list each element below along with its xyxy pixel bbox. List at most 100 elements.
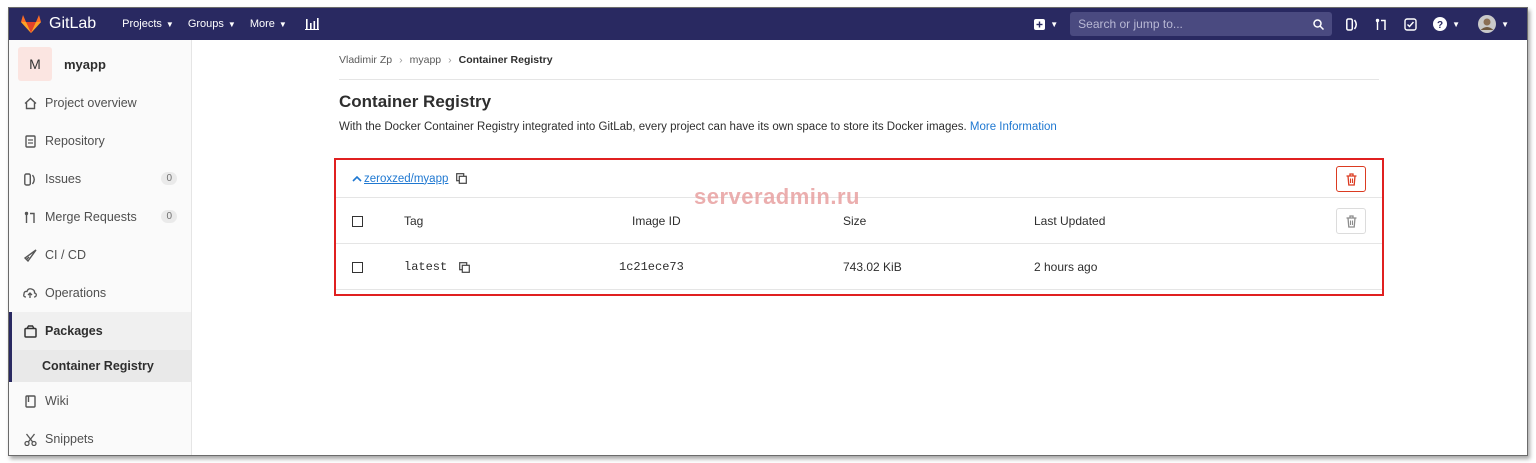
breadcrumb: Vladimir Zp › myapp › Container Registry [339, 40, 1379, 80]
search-input[interactable] [1078, 17, 1299, 31]
sidebar-item-label: Snippets [45, 432, 94, 446]
delete-repository-button[interactable] [1336, 166, 1366, 192]
chevron-down-icon: ▼ [227, 19, 236, 29]
project-sidebar: M myapp Project overview Repository Issu… [9, 40, 192, 455]
copy-icon[interactable] [459, 261, 471, 273]
project-header[interactable]: M myapp [9, 44, 191, 84]
sidebar-item-operations[interactable]: Operations [9, 274, 191, 312]
avatar [1478, 15, 1497, 33]
cloud-icon [23, 286, 37, 300]
chevron-down-icon: ▼ [1501, 19, 1509, 29]
project-name: myapp [64, 56, 106, 72]
page-description: With the Docker Container Registry integ… [339, 121, 1379, 133]
todos-icon[interactable] [1404, 17, 1417, 31]
registry-panel: zeroxzed/myapp Tag Image ID Size Last Up… [334, 158, 1384, 296]
groups-menu[interactable]: Groups ▼ [188, 18, 236, 30]
navbar-right: ▼ ? ▼ ▼ [1034, 8, 1527, 40]
sidebar-item-label: CI / CD [45, 248, 86, 262]
home-icon [23, 96, 37, 110]
rocket-icon [23, 248, 37, 262]
document-icon [23, 134, 37, 148]
merge-requests-icon[interactable] [1375, 18, 1388, 31]
activity-chart-icon[interactable] [304, 18, 319, 30]
search-icon [1313, 18, 1325, 30]
sidebar-item-project-overview[interactable]: Project overview [9, 84, 191, 122]
chevron-right-icon: › [399, 53, 403, 66]
app-window: GitLab Projects ▼ Groups ▼ More ▼ ▼ Sear… [8, 7, 1528, 456]
scissors-icon [23, 432, 37, 446]
sidebar-item-packages[interactable]: Packages [9, 312, 191, 350]
tanuki-icon [21, 15, 41, 33]
new-item-dropdown[interactable]: ▼ [1034, 18, 1059, 30]
column-header-image-id: Image ID [632, 214, 681, 228]
top-navbar: GitLab Projects ▼ Groups ▼ More ▼ ▼ Sear… [9, 8, 1527, 40]
issues-count-badge: 0 [161, 172, 177, 185]
sidebar-item-label: Merge Requests [45, 210, 137, 224]
sidebar-subitem-container-registry[interactable]: Container Registry [9, 350, 191, 382]
tag-cell: latest [404, 244, 471, 290]
plus-square-icon [1034, 18, 1046, 30]
sidebar-item-issues[interactable]: Issues 0 [9, 160, 191, 198]
merge-requests-count-badge: 0 [161, 210, 177, 223]
sidebar-item-merge-requests[interactable]: Merge Requests 0 [9, 198, 191, 236]
search-box[interactable] [1070, 12, 1333, 36]
projects-menu[interactable]: Projects ▼ [122, 18, 174, 30]
size-cell: 743.02 KiB [843, 260, 902, 274]
page-title: Container Registry [339, 92, 492, 111]
sidebar-item-label: Operations [45, 286, 107, 300]
row-checkbox[interactable] [352, 244, 363, 290]
sidebar-item-label: Packages [45, 324, 103, 338]
sidebar-item-wiki[interactable]: Wiki [9, 382, 191, 420]
registry-collapse-toggle[interactable]: zeroxzed/myapp [352, 173, 448, 185]
trash-icon [1346, 214, 1356, 228]
chevron-up-icon [352, 175, 362, 182]
chevron-down-icon: ▼ [1452, 19, 1461, 29]
more-menu[interactable]: More ▼ [250, 18, 287, 30]
merge-request-icon [23, 210, 37, 224]
description-text: With the Docker Container Registry integ… [339, 121, 967, 133]
watermark-text: serveradmin.ru [694, 184, 860, 209]
project-avatar: M [18, 47, 52, 81]
breadcrumb-current[interactable]: Container Registry [459, 54, 553, 66]
chevron-right-icon: › [448, 53, 452, 66]
trash-icon [1346, 172, 1356, 186]
column-header-last-updated: Last Updated [1034, 214, 1106, 228]
issues-icon[interactable] [1346, 17, 1359, 31]
image-id-cell: 1c21ece73 [619, 260, 684, 274]
column-header-tag: Tag [404, 214, 424, 228]
chevron-down-icon: ▼ [1050, 19, 1059, 29]
copy-icon[interactable] [456, 173, 468, 184]
issues-icon [23, 172, 37, 186]
sidebar-item-ci-cd[interactable]: CI / CD [9, 236, 191, 274]
sidebar-item-snippets[interactable]: Snippets [9, 420, 191, 455]
main-content: Vladimir Zp › myapp › Container Registry… [334, 40, 1384, 296]
bulk-delete-cell [1336, 198, 1366, 244]
sidebar-item-label: Project overview [45, 96, 137, 110]
sidebar-item-repository[interactable]: Repository [9, 122, 191, 160]
sidebar-item-label: Wiki [45, 394, 69, 408]
select-all-checkbox[interactable] [352, 198, 363, 244]
brand-name: GitLab [49, 15, 97, 32]
bulk-delete-button[interactable] [1336, 208, 1366, 234]
more-label: More [249, 18, 275, 30]
registry-name: zeroxzed/myapp [364, 172, 449, 185]
chevron-down-icon: ▼ [165, 19, 174, 29]
checkbox-box [352, 261, 363, 273]
projects-label: Projects [122, 18, 162, 30]
last-updated-cell: 2 hours ago [1034, 260, 1098, 274]
breadcrumb-project[interactable]: myapp [410, 54, 442, 66]
groups-label: Groups [187, 18, 224, 30]
svg-text:?: ? [1437, 20, 1443, 31]
gitlab-logo[interactable]: GitLab [21, 15, 96, 33]
question-icon: ? [1433, 17, 1448, 31]
chevron-down-icon: ▼ [278, 19, 287, 29]
breadcrumb-user[interactable]: Vladimir Zp [339, 54, 392, 66]
help-dropdown[interactable]: ? ▼ [1433, 17, 1460, 31]
tag-name: latest [404, 260, 448, 274]
more-information-link[interactable]: More Information [970, 121, 1057, 133]
user-menu[interactable]: ▼ [1478, 15, 1509, 33]
sidebar-item-label: Issues [45, 172, 82, 186]
package-icon [23, 324, 37, 338]
checkbox-box [352, 215, 363, 227]
book-icon [23, 394, 37, 408]
